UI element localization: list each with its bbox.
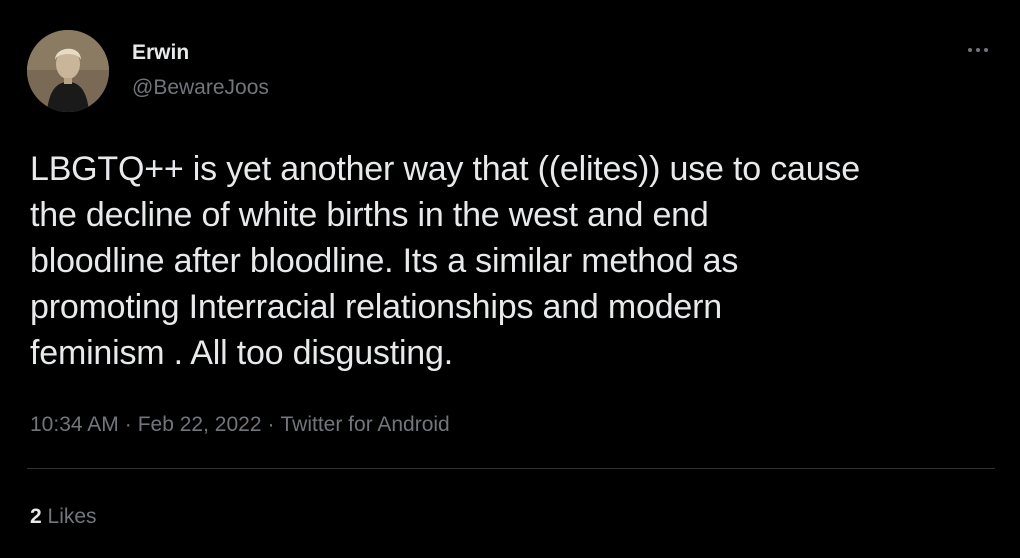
- likes-stat[interactable]: 2 Likes: [30, 503, 97, 531]
- more-dot: [976, 48, 980, 52]
- meta-separator: ·: [124, 413, 132, 436]
- user-handle[interactable]: @BewareJoos: [132, 75, 269, 101]
- tweet-text: LBGTQ++ is yet another way that ((elites…: [30, 150, 860, 372]
- more-horizontal-icon[interactable]: [960, 38, 996, 62]
- meta-separator: ·: [267, 413, 275, 436]
- display-name[interactable]: Erwin: [132, 40, 189, 66]
- avatar[interactable]: [27, 30, 109, 112]
- tweet-source[interactable]: Twitter for Android: [281, 413, 450, 436]
- divider: [27, 468, 995, 469]
- likes-label: Likes: [47, 505, 97, 528]
- likes-count: 2: [30, 505, 42, 528]
- more-dot: [984, 48, 988, 52]
- tweet-time[interactable]: 10:34 AM: [30, 413, 119, 436]
- avatar-image: [27, 30, 109, 112]
- tweet-date[interactable]: Feb 22, 2022: [138, 413, 262, 436]
- tweet-metadata: 10:34 AM · Feb 22, 2022 · Twitter for Androi…: [30, 411, 450, 439]
- more-dot: [968, 48, 972, 52]
- tweet-card: Erwin @BewareJoos LBGTQ++ is yet another…: [0, 0, 1020, 558]
